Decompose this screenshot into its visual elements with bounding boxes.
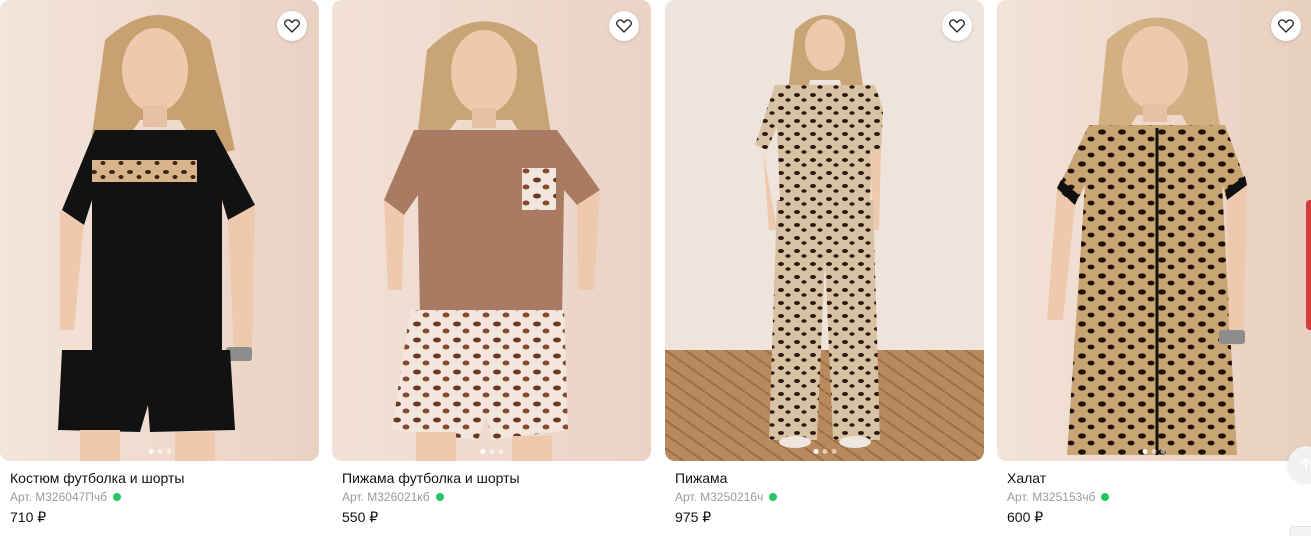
product-card[interactable]: Пижама футболка и шорты Арт. М326021кб 5… [332, 0, 652, 535]
product-title[interactable]: Костюм футболка и шорты [10, 470, 184, 487]
slide-dot[interactable] [498, 449, 503, 454]
product-card[interactable]: Костюм футболка и шорты Арт. М326047Пчб … [0, 0, 320, 535]
product-photo[interactable] [665, 0, 984, 461]
slide-dot[interactable] [822, 449, 827, 454]
in-stock-indicator [113, 493, 122, 501]
sku-row: Арт. М326047Пчб [10, 490, 122, 504]
slide-dot[interactable] [157, 449, 162, 454]
product-sku: Арт. М325153чб [1007, 490, 1096, 504]
favorite-button[interactable] [609, 11, 639, 41]
slide-dot[interactable] [813, 449, 818, 454]
slide-dot[interactable] [831, 449, 836, 454]
product-price: 710 ₽ [10, 509, 47, 525]
product-title[interactable]: Халат [1007, 470, 1046, 487]
sku-row: Арт. М325153чб [1007, 490, 1110, 504]
slide-dot[interactable] [148, 449, 153, 454]
sku-row: Арт. М3250216ч [675, 490, 778, 504]
product-price: 550 ₽ [342, 509, 379, 525]
product-grid: Костюм футболка и шорты Арт. М326047Пчб … [0, 0, 1311, 535]
slide-indicator [1142, 449, 1166, 454]
slide-dot[interactable] [489, 449, 494, 454]
heart-icon [949, 19, 965, 33]
model-illustration [665, 0, 984, 461]
favorite-button[interactable] [942, 11, 972, 41]
slide-dot[interactable] [1142, 449, 1148, 454]
product-card[interactable]: Пижама Арт. М3250216ч 975 ₽ [665, 0, 985, 535]
product-photo[interactable] [332, 0, 651, 461]
product-price: 600 ₽ [1007, 509, 1044, 525]
product-photo[interactable] [997, 0, 1311, 461]
slide-indicator [813, 449, 836, 454]
slide-dot[interactable] [1151, 449, 1157, 454]
slide-dot[interactable] [1160, 449, 1166, 454]
in-stock-indicator [1101, 493, 1110, 501]
heart-icon [1278, 19, 1294, 33]
in-stock-indicator [769, 493, 778, 501]
slide-indicator [480, 449, 503, 454]
slide-indicator [148, 449, 171, 454]
product-photo[interactable] [0, 0, 319, 461]
arrow-up-icon [1300, 457, 1311, 469]
sku-row: Арт. М326021кб [342, 490, 444, 504]
model-illustration [332, 0, 651, 461]
product-title[interactable]: Пижама футболка и шорты [342, 470, 520, 487]
product-sku: Арт. М326021кб [342, 490, 430, 504]
model-illustration [0, 0, 319, 461]
heart-icon [284, 19, 300, 33]
favorite-button[interactable] [1271, 11, 1301, 41]
in-stock-indicator [435, 493, 444, 501]
heart-icon [616, 19, 632, 33]
side-widget-tab[interactable] [1306, 200, 1311, 330]
product-price: 975 ₽ [675, 509, 712, 525]
model-illustration [997, 0, 1311, 461]
slide-dot[interactable] [166, 449, 171, 454]
slide-dot[interactable] [480, 449, 485, 454]
product-title[interactable]: Пижама [675, 470, 727, 487]
product-sku: Арт. М326047Пчб [10, 490, 108, 504]
product-sku: Арт. М3250216ч [675, 490, 764, 504]
product-card[interactable]: Халат Арт. М325153чб 600 ₽ [997, 0, 1311, 535]
favorite-button[interactable] [277, 11, 307, 41]
